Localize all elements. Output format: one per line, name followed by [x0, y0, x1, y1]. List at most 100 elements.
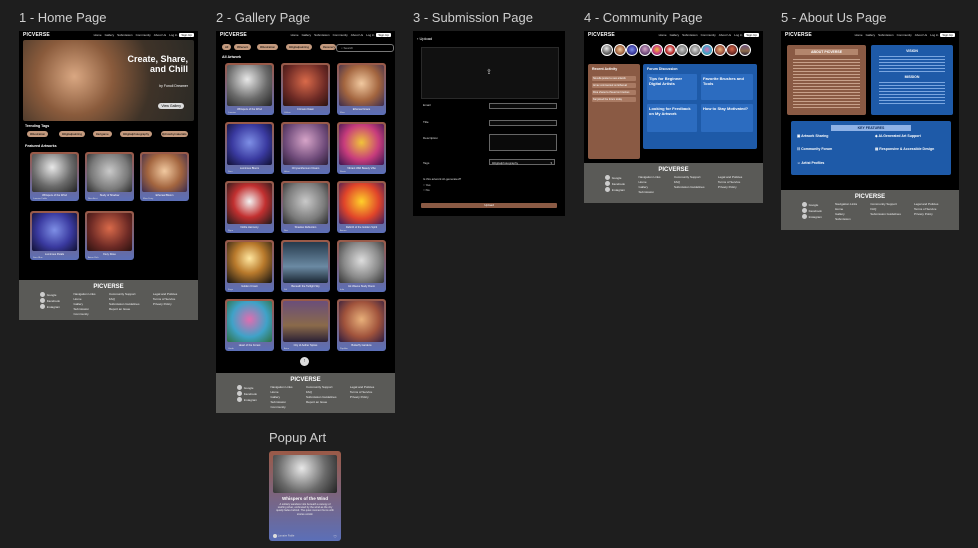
brand-logo[interactable]: PICVERSE: [588, 32, 615, 38]
filter-digitalpainting[interactable]: #digitalpainting: [286, 44, 313, 50]
gallery-card[interactable]: Noble Harmony Ryuu: [225, 181, 274, 233]
activity-item[interactable]: Arnav commented on Ethereal: [592, 83, 636, 88]
image-dropzone[interactable]: ⇪: [421, 47, 559, 99]
member-avatar[interactable]: [738, 44, 751, 56]
social-label[interactable]: Instagram: [612, 188, 625, 192]
facebook-icon[interactable]: [604, 181, 610, 186]
footer-link[interactable]: Terms of Service: [718, 180, 742, 184]
footer-link[interactable]: Gallery: [74, 302, 96, 306]
brand-logo[interactable]: PICVERSE: [220, 32, 247, 38]
footer-link[interactable]: Home: [74, 297, 96, 301]
footer-link[interactable]: Gallery: [639, 185, 661, 189]
nav-gallery[interactable]: Gallery: [866, 33, 876, 37]
gallery-card[interactable]: Whispers of the Wind Lumaire: [225, 63, 274, 115]
footer-link[interactable]: Submission: [271, 400, 293, 404]
filter-scenery[interactable]: #scenery: [320, 44, 336, 50]
gallery-card[interactable]: Heart of the Forest Verde: [225, 299, 274, 351]
nav-submission[interactable]: Submission: [878, 33, 894, 37]
gallery-card[interactable]: Beneath the Twilight Sky Sol: [281, 240, 330, 292]
email-field[interactable]: [489, 103, 557, 109]
footer-link[interactable]: Submission: [835, 217, 857, 221]
nav-home[interactable]: Home: [855, 33, 863, 37]
member-avatar[interactable]: [638, 44, 651, 56]
member-avatar[interactable]: [726, 44, 738, 56]
footer-link[interactable]: Report an Issue: [109, 307, 140, 311]
tags-select[interactable]: #digitalphotography ▾: [489, 159, 555, 165]
instagram-icon[interactable]: [801, 214, 807, 219]
filter-all[interactable]: All: [222, 44, 232, 50]
nav-home[interactable]: Home: [659, 33, 667, 37]
facebook-icon[interactable]: [236, 391, 242, 396]
instagram-icon[interactable]: [236, 397, 242, 402]
forum-thread[interactable]: Favorite Brushes and Tools: [701, 74, 753, 100]
footer-link[interactable]: Community: [271, 405, 293, 409]
nav-community[interactable]: Community: [136, 33, 151, 37]
gallery-card[interactable]: Shadow Reflection Noir: [281, 181, 330, 233]
social-label[interactable]: Google: [612, 176, 622, 180]
footer-link[interactable]: Home: [639, 180, 661, 184]
footer-link[interactable]: Submission Guidelines: [674, 185, 705, 189]
gallery-card[interactable]: Ink Waves Study Room Inka: [337, 240, 386, 292]
social-label[interactable]: Google: [244, 386, 254, 390]
nav-submission[interactable]: Submission: [314, 33, 330, 37]
member-avatar[interactable]: [688, 44, 701, 56]
google-icon[interactable]: [801, 202, 807, 207]
description-field[interactable]: [489, 134, 557, 151]
signup-button[interactable]: Sign Up: [376, 33, 391, 37]
submit-upload-button[interactable]: Upload: [421, 203, 557, 208]
footer-link[interactable]: Home: [271, 390, 293, 394]
member-avatar[interactable]: [601, 44, 613, 56]
facebook-icon[interactable]: [801, 208, 807, 213]
footer-link[interactable]: Submission Guidelines: [306, 395, 337, 399]
social-label[interactable]: Google: [809, 203, 819, 207]
signup-button[interactable]: Sign Up: [179, 33, 194, 37]
nav-gallery[interactable]: Gallery: [105, 33, 115, 37]
nav-community[interactable]: Community: [897, 33, 912, 37]
gallery-card[interactable]: Ethereal Grace Mina: [337, 63, 386, 115]
footer-link[interactable]: Terms of Service: [350, 390, 374, 394]
member-avatar[interactable]: [701, 44, 713, 56]
footer-link[interactable]: Privacy Policy: [718, 185, 742, 189]
nav-submission[interactable]: Submission: [117, 33, 133, 37]
forum-thread[interactable]: Looking for Feedback on My Artwork: [647, 104, 697, 132]
view-gallery-button[interactable]: View Gallery: [158, 103, 184, 109]
tag-digitalpainting[interactable]: #digitalpainting: [59, 131, 86, 137]
filter-illustration[interactable]: #illustration: [257, 44, 279, 50]
activity-item[interactable]: Kai joined the forum today: [592, 97, 636, 102]
ai-no-radio[interactable]: ○ No: [423, 188, 430, 192]
featured-card[interactable]: Fiery Rose Anton Rich: [85, 211, 134, 260]
footer-link[interactable]: Privacy Policy: [153, 302, 177, 306]
social-label[interactable]: Instagram: [244, 398, 257, 402]
tag-artgame[interactable]: #artgame: [93, 131, 112, 137]
instagram-icon[interactable]: [604, 187, 610, 192]
footer-link[interactable]: FAQ: [306, 390, 337, 394]
activity-item[interactable]: Novella posted a new artwork: [592, 76, 636, 81]
social-label[interactable]: Google: [47, 293, 57, 297]
heart-icon[interactable]: ♡: [333, 534, 337, 539]
load-more-button[interactable]: ↑: [300, 357, 309, 366]
footer-link[interactable]: Privacy Policy: [350, 395, 374, 399]
signup-button[interactable]: Sign Up: [940, 33, 955, 37]
back-to-upload[interactable]: ‹ Upload: [417, 36, 432, 41]
footer-link[interactable]: Submission: [639, 190, 661, 194]
social-label[interactable]: Instagram: [47, 305, 60, 309]
tag-photobymaterials[interactable]: #photobymaterials: [161, 131, 188, 137]
social-label[interactable]: Facebook: [244, 392, 257, 396]
featured-card[interactable]: Ethereal Bloom Mina Fairy: [140, 152, 189, 201]
tag-illustration[interactable]: #illustration: [27, 131, 49, 137]
nav-about[interactable]: About Us: [719, 33, 731, 37]
forum-thread[interactable]: How to Stay Motivated?: [701, 104, 753, 132]
nav-gallery[interactable]: Gallery: [670, 33, 680, 37]
gallery-card[interactable]: Butterfly Gardens Papillon: [337, 299, 386, 351]
signup-button[interactable]: Sign Up: [744, 33, 759, 37]
gallery-card[interactable]: Chrysanthemum Dream Hikari: [281, 122, 330, 174]
footer-link[interactable]: Gallery: [271, 395, 293, 399]
member-avatar[interactable]: [613, 44, 626, 56]
gallery-card[interactable]: City of Aether Spires Astra: [281, 299, 330, 351]
social-label[interactable]: Facebook: [809, 209, 822, 213]
footer-link[interactable]: FAQ: [109, 297, 140, 301]
filter-recent[interactable]: #Recent: [234, 44, 252, 50]
footer-link[interactable]: Terms of Service: [153, 297, 177, 301]
nav-home[interactable]: Home: [291, 33, 299, 37]
footer-link[interactable]: Gallery: [835, 212, 857, 216]
